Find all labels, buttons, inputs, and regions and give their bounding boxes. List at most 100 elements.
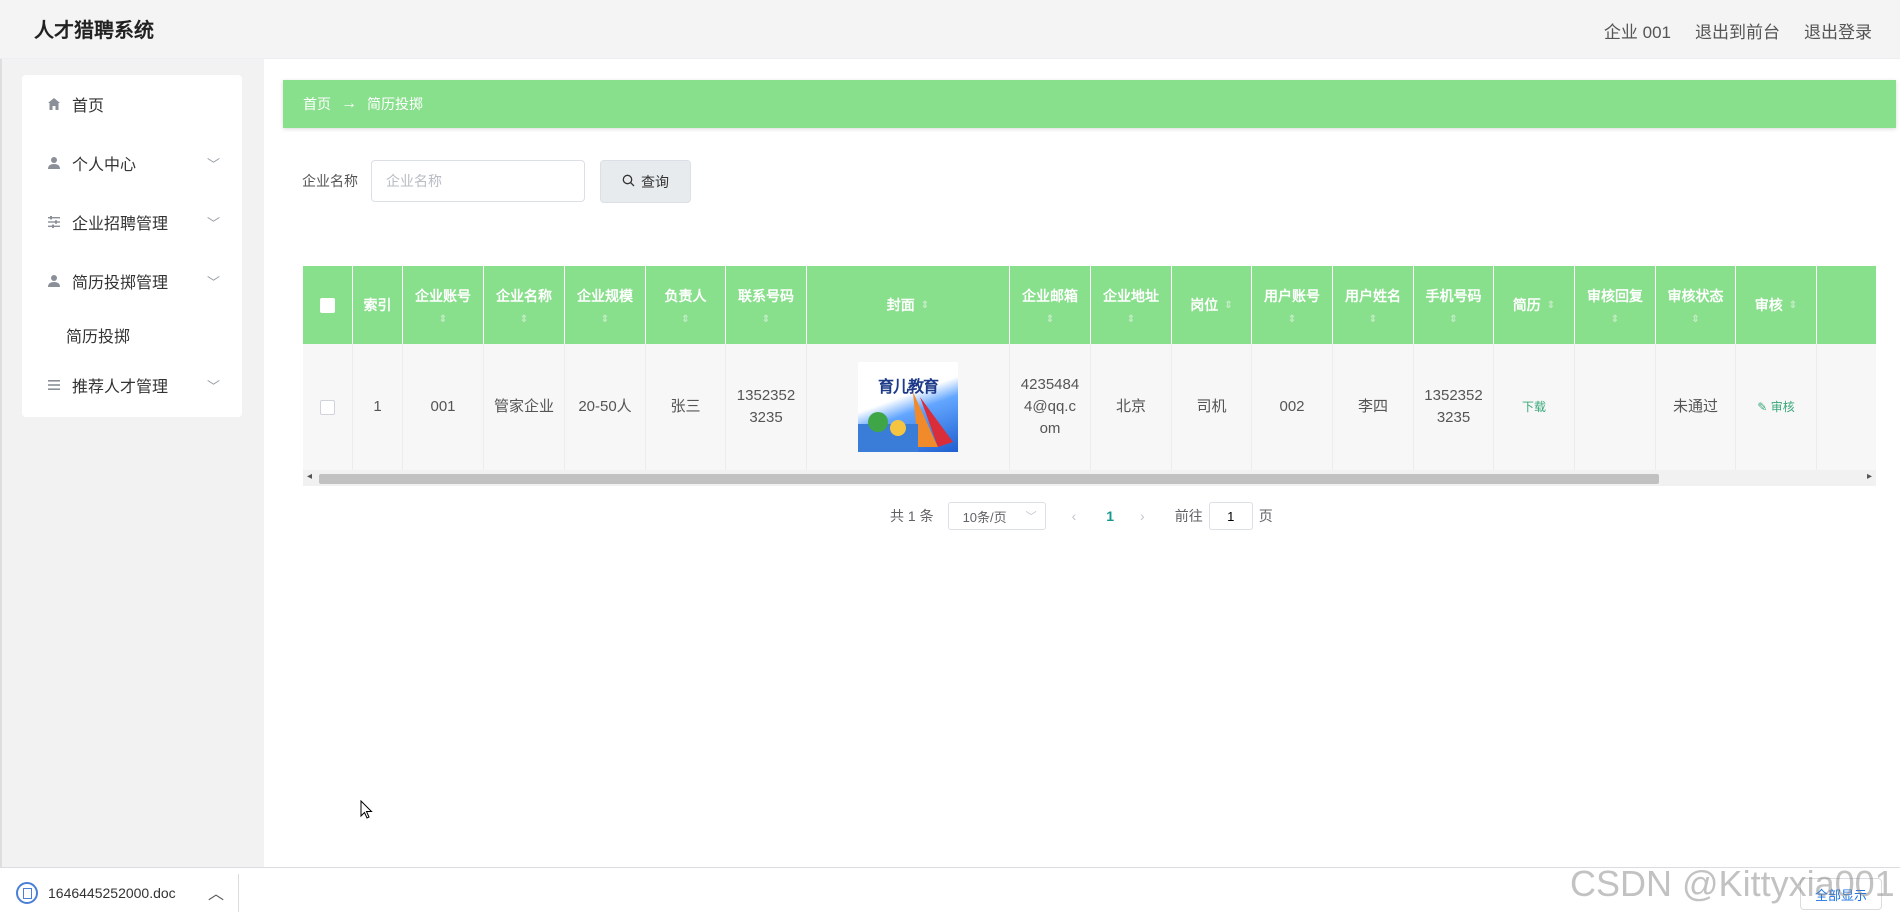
column-header[interactable]: 企业名称 ⇕ [484,266,565,344]
column-header[interactable]: 用户账号 ⇕ [1252,266,1333,344]
sort-icon[interactable]: ⇕ [1224,300,1232,311]
sidebar-item-personal-center[interactable]: 个人中心 ﹀ [22,143,242,183]
sort-icon[interactable]: ⇕ [1547,300,1555,311]
chevron-down-icon: ﹀ [206,156,220,172]
sidebar-item-recruitment-mgmt[interactable]: 企业招聘管理 ﹀ [22,202,242,242]
cell-cover: 育儿教育 [807,344,1010,470]
sidebar-subitem-resume-submit[interactable]: 简历投掷 [66,323,130,347]
sidebar-item-label: 简历投掷管理 [72,275,169,292]
column-header[interactable]: 联系号码 ⇕ [726,266,807,344]
sort-icon[interactable]: ⇕ [1127,314,1135,325]
sort-icon[interactable]: ⇕ [1369,314,1377,325]
sort-icon[interactable]: ⇕ [1611,314,1619,325]
cell-user-account: 002 [1252,344,1333,470]
page-number-current[interactable]: 1 [1106,508,1114,524]
download-file-name: 1646445252000.doc [48,885,176,901]
sidebar-item-label: 个人中心 [72,157,137,174]
chevron-up-icon[interactable]: ︿ [208,880,224,904]
breadcrumb-arrow-icon: → [341,95,357,112]
divider [238,874,239,912]
logout-link[interactable]: 退出登录 [1804,18,1872,43]
cell-manager: 张三 [646,344,726,470]
sliders-icon [46,214,62,230]
data-table: 索引 企业账号 ⇕ 企业名称 ⇕ 企业规模 ⇕ 负责人 ⇕ 联系号码 ⇕ 封面 ⇕ 企业邮箱… [303,266,1876,490]
header-select-all[interactable] [303,266,353,344]
row-checkbox[interactable] [320,399,335,415]
goto-page-input[interactable] [1208,502,1253,530]
column-header[interactable]: 审核回复 ⇕ [1575,266,1656,344]
cell-index: 1 [353,344,403,470]
query-button[interactable]: 查询 [600,160,691,203]
cell-review-action: ✎ 审核 [1736,344,1817,470]
scrollbar-thumb[interactable] [319,474,1659,484]
goto-label: 前往 [1174,508,1203,524]
column-header[interactable]: 企业账号 ⇕ [403,266,484,344]
horizontal-scrollbar[interactable]: ◂ ▸ [303,470,1876,486]
search-label: 企业名称 [302,173,358,189]
cell-company-account: 001 [403,344,484,470]
scroll-left-icon[interactable]: ◂ [307,471,312,482]
column-header[interactable]: 负责人 ⇕ [646,266,726,344]
sort-icon[interactable]: ⇕ [1046,314,1054,325]
column-header[interactable]: 企业邮箱 ⇕ [1010,266,1091,344]
column-header[interactable]: 封面 ⇕ [807,266,1010,344]
current-user-label[interactable]: 企业 001 [1604,18,1671,43]
breadcrumb-home[interactable]: 首页 [303,94,331,114]
prev-page-icon[interactable]: ‹ [1072,508,1077,524]
table-header: 索引 企业账号 ⇕ 企业名称 ⇕ 企业规模 ⇕ 负责人 ⇕ 联系号码 ⇕ 封面 ⇕ 企业邮箱… [303,266,1876,344]
document-file-icon [16,882,38,904]
chevron-down-icon: ﹀ [206,215,220,231]
column-header[interactable]: 审核状态 ⇕ [1656,266,1736,344]
sort-icon[interactable]: ⇕ [681,314,689,325]
sort-icon[interactable]: ⇕ [1691,314,1699,325]
cell-mobile: 13523523235 [1414,344,1494,470]
column-header-extra [1817,266,1876,344]
sidebar-item-resume-mgmt[interactable]: 简历投掷管理 ﹀ [22,261,242,301]
cell-email: 42354844@qq.com [1010,344,1091,470]
column-header[interactable]: 岗位 ⇕ [1172,266,1252,344]
row-select-cell[interactable] [303,344,353,470]
cell-user-name: 李四 [1333,344,1414,470]
query-button-label: 查询 [641,173,669,190]
pagination: 共 1 条 10条/页 ﹀ ‹ 1 › 前往 页 [890,501,1273,531]
select-all-checkbox[interactable] [320,297,335,313]
user-icon [46,155,62,171]
sort-icon[interactable]: ⇕ [439,314,447,325]
column-header[interactable]: 企业地址 ⇕ [1091,266,1172,344]
review-button[interactable]: ✎ 审核 [1757,396,1794,418]
sort-icon[interactable]: ⇕ [520,314,528,325]
sort-icon[interactable]: ⇕ [762,314,770,325]
sort-icon[interactable]: ⇕ [1789,300,1797,311]
sort-icon[interactable]: ⇕ [601,314,609,325]
page-unit-label: 页 [1258,508,1273,524]
column-header[interactable]: 简历 ⇕ [1494,266,1575,344]
back-to-front-link[interactable]: 退出到前台 [1695,18,1780,43]
table-row: 1 001 管家企业 20-50人 张三 13523523235 育儿教育 42… [303,344,1876,470]
column-header[interactable]: 企业规模 ⇕ [565,266,646,344]
watermark: CSDN @Kittyxia001 [1570,863,1895,904]
sort-icon[interactable]: ⇕ [1288,314,1296,325]
search-icon [622,174,635,190]
company-name-search-input[interactable] [371,160,585,202]
column-header[interactable]: 审核 ⇕ [1736,266,1817,344]
cell-review-reply [1575,344,1656,470]
cell-position: 司机 [1172,344,1252,470]
sidebar-item-talent-recommend[interactable]: 推荐人才管理 ﹀ [22,365,242,405]
mouse-cursor-icon [360,799,374,825]
chevron-up-icon: ﹀ [206,274,220,290]
sidebar-item-home[interactable]: 首页 [22,84,242,124]
column-header[interactable]: 用户姓名 ⇕ [1333,266,1414,344]
cover-image: 育儿教育 [858,362,958,452]
breadcrumb: 首页 → 简历投掷 [283,80,1896,128]
sort-icon[interactable]: ⇕ [1449,314,1457,325]
download-item[interactable]: 1646445252000.doc [16,882,176,904]
download-resume-link[interactable]: 下载 [1522,396,1546,418]
sort-icon[interactable]: ⇕ [921,300,929,311]
cell-company-size: 20-50人 [565,344,646,470]
header-actions: 企业 001 退出到前台 退出登录 [1604,18,1872,43]
user-icon [46,273,62,289]
scroll-right-icon[interactable]: ▸ [1867,471,1872,482]
page-size-select[interactable]: 10条/页 ﹀ [947,502,1046,530]
column-header[interactable]: 手机号码 ⇕ [1414,266,1494,344]
next-page-icon[interactable]: › [1140,508,1145,524]
